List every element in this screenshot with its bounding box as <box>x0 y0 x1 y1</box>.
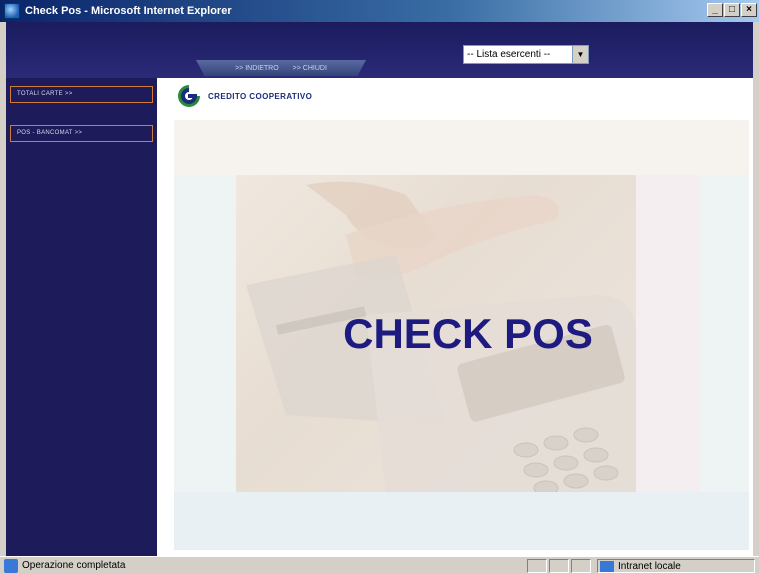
merchant-select[interactable]: -- Lista esercenti -- ▼ <box>463 45 589 64</box>
tab-chiudi[interactable]: >> CHIUDI <box>293 65 327 72</box>
status-panels <box>527 559 591 573</box>
sidebar-item-totali-carte[interactable]: TOTALI CARTE >> <box>10 86 153 103</box>
decorative-strip <box>174 175 236 493</box>
merchant-select-value: -- Lista esercenti -- <box>467 49 551 60</box>
status-bar: Operazione completata Intranet locale <box>0 556 759 574</box>
credito-cooperativo-logo: CREDITO COOPERATIVO <box>176 83 312 109</box>
zone-label: Intranet locale <box>618 560 681 572</box>
status-panel <box>549 559 569 573</box>
sidebar: TOTALI CARTE >> POS - BANCOMAT >> <box>6 78 157 556</box>
tab-indietro[interactable]: >> INDIETRO <box>235 65 279 72</box>
header-tabs: >> INDIETRO >> CHIUDI <box>196 60 366 76</box>
title-bar: Check Pos - Microsoft Internet Explorer … <box>0 0 759 22</box>
minimize-button[interactable]: _ <box>707 3 723 17</box>
window-title: Check Pos - Microsoft Internet Explorer <box>25 5 232 17</box>
logo-text: CREDITO COOPERATIVO <box>208 91 313 101</box>
page-header <box>6 22 753 78</box>
status-panel <box>571 559 591 573</box>
security-zone: Intranet locale <box>597 559 755 573</box>
status-text: Operazione completata <box>22 560 126 571</box>
credito-cooperativo-logo-icon <box>178 85 200 107</box>
page-done-icon <box>4 558 18 573</box>
window-controls: _ □ × <box>707 3 757 17</box>
decorative-strip <box>700 175 749 493</box>
intranet-icon <box>600 560 614 572</box>
close-button[interactable]: × <box>741 3 757 17</box>
decorative-strip <box>174 492 749 550</box>
sidebar-item-pos-bancomat[interactable]: POS - BANCOMAT >> <box>10 125 153 142</box>
internet-explorer-icon <box>4 3 20 19</box>
chevron-down-icon[interactable]: ▼ <box>572 46 588 63</box>
maximize-button[interactable]: □ <box>724 3 740 17</box>
page-headline: CHECK POS <box>343 310 593 357</box>
status-panel <box>527 559 547 573</box>
